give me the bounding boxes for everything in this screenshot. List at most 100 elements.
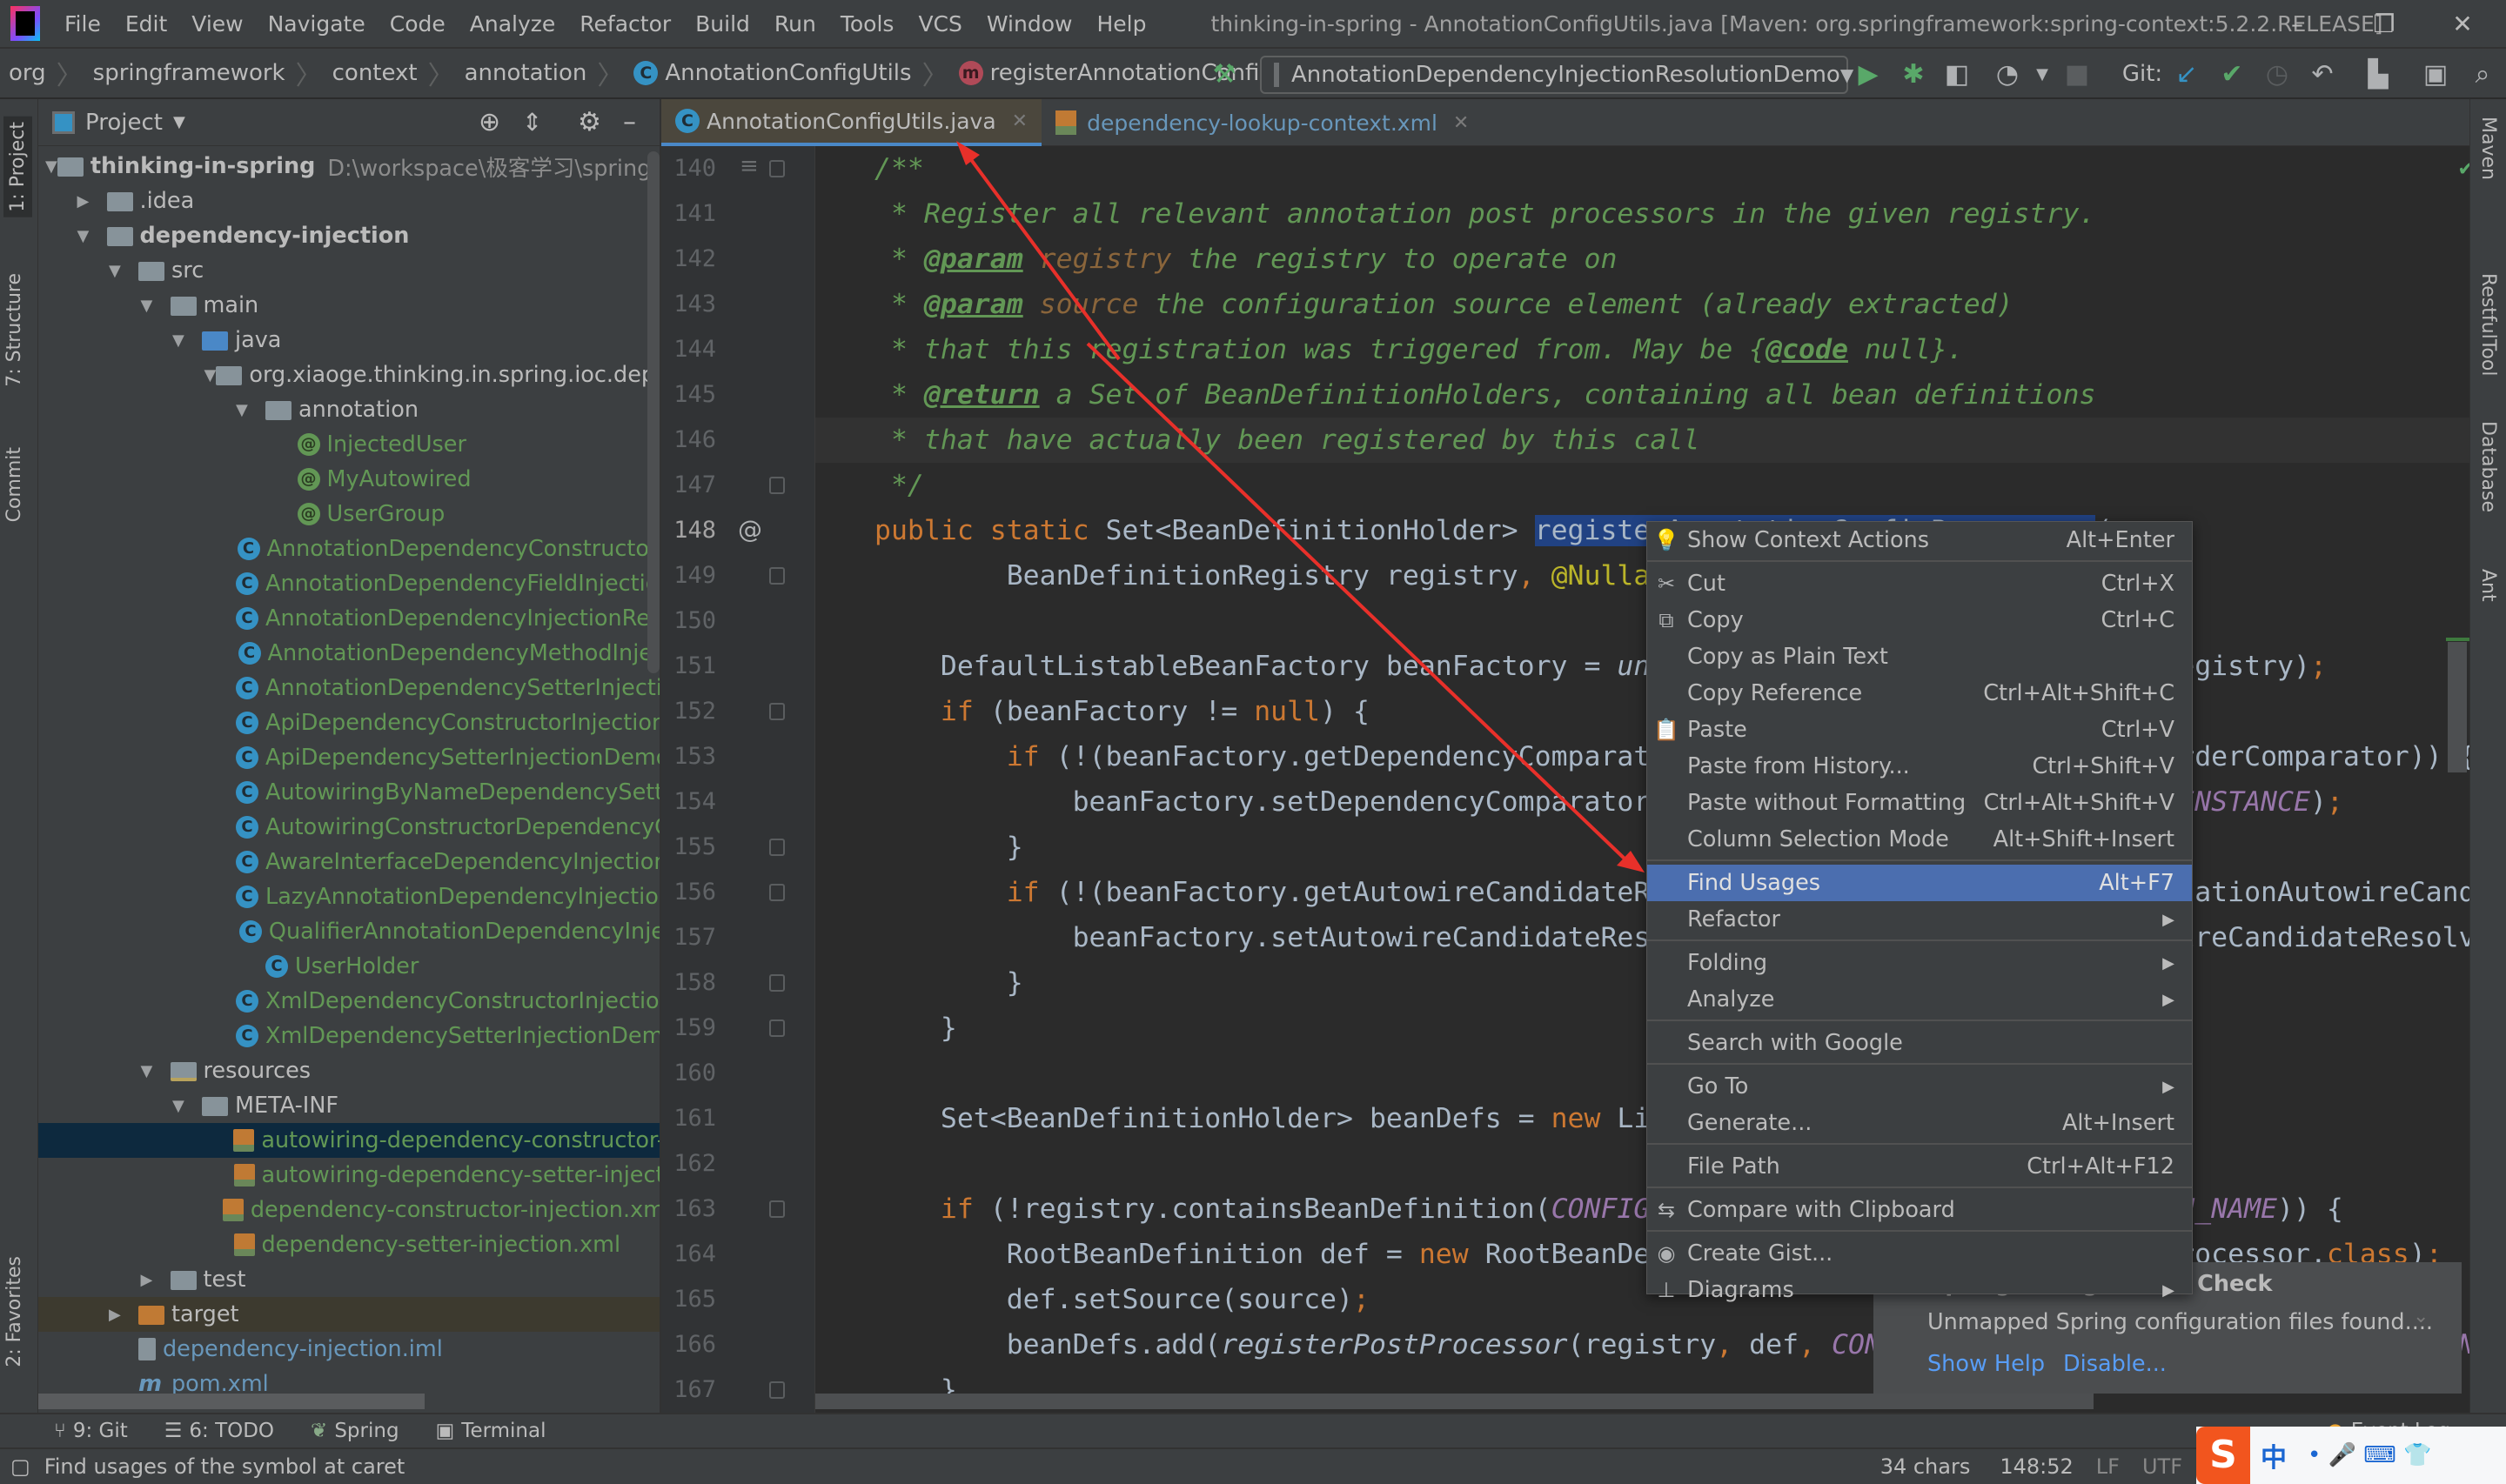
breadcrumb-item[interactable]: context: [332, 60, 418, 86]
tool-tab-commit[interactable]: Commit: [3, 447, 25, 522]
collapsed-arrow-icon[interactable]: ▶: [77, 192, 107, 211]
locate-icon[interactable]: ⊕: [479, 107, 500, 137]
fold-marker-icon[interactable]: [769, 974, 785, 992]
menu-item-search-with-google[interactable]: Search with Google: [1647, 1025, 2192, 1061]
close-window-button[interactable]: ✕: [2428, 0, 2497, 47]
tool-tab-maven[interactable]: Maven: [2477, 117, 2499, 180]
menu-file[interactable]: File: [52, 11, 113, 37]
menu-item-copy[interactable]: ⧉ Copy Ctrl+C: [1647, 602, 2192, 638]
menu-item-generate[interactable]: Generate... Alt+Insert: [1647, 1105, 2192, 1141]
menu-edit[interactable]: Edit: [113, 11, 179, 37]
tree-item[interactable]: @ InjectedUser: [38, 427, 660, 462]
tree-item[interactable]: dependency-setter-injection.xml: [38, 1227, 660, 1262]
menu-code[interactable]: Code: [378, 11, 458, 37]
tree-item[interactable]: ▼ main: [38, 288, 660, 323]
menu-item-paste-without-formatting[interactable]: Paste without Formatting Ctrl+Alt+Shift+V: [1647, 785, 2192, 821]
tool-tab-todo[interactable]: ☰ 6: TODO: [164, 1420, 274, 1442]
toggle-tool-windows-icon[interactable]: ▢: [10, 1454, 30, 1479]
coverage-icon[interactable]: ◧: [1942, 59, 1972, 90]
tree-item[interactable]: ▶ .idea: [38, 184, 660, 218]
tree-item[interactable]: C AnnotationDependencySetterInjectio: [38, 671, 660, 705]
menu-item-find-usages[interactable]: Find Usages Alt+F7: [1647, 865, 2192, 901]
breadcrumb-item[interactable]: springframework: [93, 60, 285, 86]
tree-item[interactable]: C AutowiringByNameDependencySette: [38, 775, 660, 810]
git-history-icon[interactable]: ◷: [2262, 59, 2292, 90]
collapsed-arrow-icon[interactable]: ▶: [141, 1271, 171, 1289]
menu-refactor[interactable]: Refactor: [567, 11, 683, 37]
tree-item[interactable]: C ApiDependencyConstructorInjection: [38, 705, 660, 740]
search-icon[interactable]: ⌕: [2468, 59, 2497, 90]
tree-item[interactable]: dependency-constructor-injection.xm: [38, 1193, 660, 1227]
close-icon[interactable]: ✕: [1453, 112, 1469, 134]
expanded-arrow-icon[interactable]: ▼: [236, 401, 265, 419]
tree-item[interactable]: ▼ src: [38, 253, 660, 288]
breadcrumb-item[interactable]: C AnnotationConfigUtils: [633, 60, 912, 86]
tree-item[interactable]: C XmlDependencyConstructorInjection: [38, 984, 660, 1019]
fold-marker-icon[interactable]: [769, 1381, 785, 1399]
tree-item[interactable]: autowiring-dependency-setter-inject: [38, 1158, 660, 1193]
menu-tools[interactable]: Tools: [828, 11, 907, 37]
file-encoding[interactable]: UTF: [2142, 1454, 2182, 1479]
tree-item[interactable]: C XmlDependencySetterInjectionDemo: [38, 1019, 660, 1053]
tree-item[interactable]: C LazyAnnotationDependencyInjection: [38, 879, 660, 914]
menu-window[interactable]: Window: [975, 11, 1085, 37]
menu-item-diagrams[interactable]: ⊥ Diagrams ▶: [1647, 1272, 2192, 1308]
fold-marker-icon[interactable]: [769, 477, 785, 494]
override-marker-icon[interactable]: @: [738, 515, 762, 544]
menu-item-compare-with-clipboard[interactable]: ⇆ Compare with Clipboard: [1647, 1192, 2192, 1228]
expanded-arrow-icon[interactable]: ▼: [141, 297, 171, 315]
tree-item[interactable]: @ UserGroup: [38, 497, 660, 531]
menu-item-go-to[interactable]: Go To ▶: [1647, 1068, 2192, 1105]
tree-item[interactable]: ▶ test: [38, 1262, 660, 1297]
tree-item[interactable]: ▼ annotation: [38, 392, 660, 427]
caret-position[interactable]: 148:52: [2000, 1454, 2073, 1479]
menu-vcs[interactable]: VCS: [906, 11, 974, 37]
tool-tab-spring[interactable]: ❦ Spring: [311, 1420, 399, 1442]
run-icon[interactable]: ▶: [1853, 59, 1883, 90]
fold-marker-icon[interactable]: [769, 884, 785, 901]
tree-item[interactable]: C AwareInterfaceDependencyInjection: [38, 845, 660, 879]
breadcrumb-item[interactable]: org: [9, 60, 46, 86]
fold-marker-icon[interactable]: [769, 1200, 785, 1218]
code-editor[interactable]: /** * Register all relevant annotation p…: [815, 146, 2469, 1413]
tree-item[interactable]: ▼ java: [38, 323, 660, 358]
editor-vertical-scrollbar[interactable]: [2448, 642, 2467, 772]
expanded-arrow-icon[interactable]: ▼: [45, 157, 57, 176]
line-separator[interactable]: LF: [2096, 1454, 2120, 1479]
chevron-down-icon[interactable]: ▼: [173, 113, 185, 131]
tree-item[interactable]: dependency-injection.iml: [38, 1332, 660, 1367]
minimize-button[interactable]: –: [2262, 0, 2332, 47]
collapse-all-icon[interactable]: ⇕: [522, 108, 542, 137]
tool-tab-database[interactable]: Database: [2477, 421, 2499, 512]
menu-view[interactable]: View: [179, 11, 255, 37]
menu-run[interactable]: Run: [762, 11, 828, 37]
tree-item[interactable]: ▶ target: [38, 1297, 660, 1332]
fold-marker-icon[interactable]: [769, 839, 785, 856]
expanded-arrow-icon[interactable]: ▼: [172, 1097, 202, 1115]
chevron-down-icon[interactable]: ▼: [2027, 59, 2057, 89]
tree-item[interactable]: ▼ resources: [38, 1053, 660, 1088]
fold-marker-icon[interactable]: [769, 1019, 785, 1037]
menu-item-analyze[interactable]: Analyze ▶: [1647, 981, 2192, 1018]
tool-tab-ant[interactable]: Ant: [2477, 569, 2499, 602]
rollback-icon[interactable]: ↶: [2308, 59, 2337, 90]
fold-marker-icon[interactable]: [769, 160, 785, 177]
expanded-arrow-icon[interactable]: ▼: [172, 331, 202, 350]
tree-item[interactable]: C UserHolder: [38, 949, 660, 984]
tool-tab-terminal[interactable]: ▣ Terminal: [436, 1420, 546, 1442]
tool-tab-structure[interactable]: 7: Structure: [3, 273, 25, 387]
tree-horizontal-scrollbar[interactable]: [38, 1394, 425, 1409]
tree-item[interactable]: C AnnotationDependencyInjectionReso: [38, 601, 660, 636]
fold-marker-icon[interactable]: [769, 567, 785, 585]
collapsed-arrow-icon[interactable]: ▶: [109, 1306, 138, 1324]
tree-item[interactable]: ▼ thinking-in-spring D:\workspace\极客学习\spr…: [38, 149, 660, 184]
git-update-icon[interactable]: ↙: [2172, 59, 2201, 90]
menu-item-folding[interactable]: Folding ▶: [1647, 945, 2192, 981]
menu-item-file-path[interactable]: File Path Ctrl+Alt+F12: [1647, 1148, 2192, 1185]
menu-item-column-selection-mode[interactable]: Column Selection Mode Alt+Shift+Insert: [1647, 821, 2192, 858]
chevron-down-icon[interactable]: ⌄: [2413, 1306, 2429, 1327]
expanded-arrow-icon[interactable]: ▼: [204, 366, 217, 384]
tree-item[interactable]: @ MyAutowired: [38, 462, 660, 497]
show-help-link[interactable]: Show Help: [1927, 1351, 2045, 1377]
tree-item[interactable]: C AnnotationDependencyMethodInjec: [38, 636, 660, 671]
